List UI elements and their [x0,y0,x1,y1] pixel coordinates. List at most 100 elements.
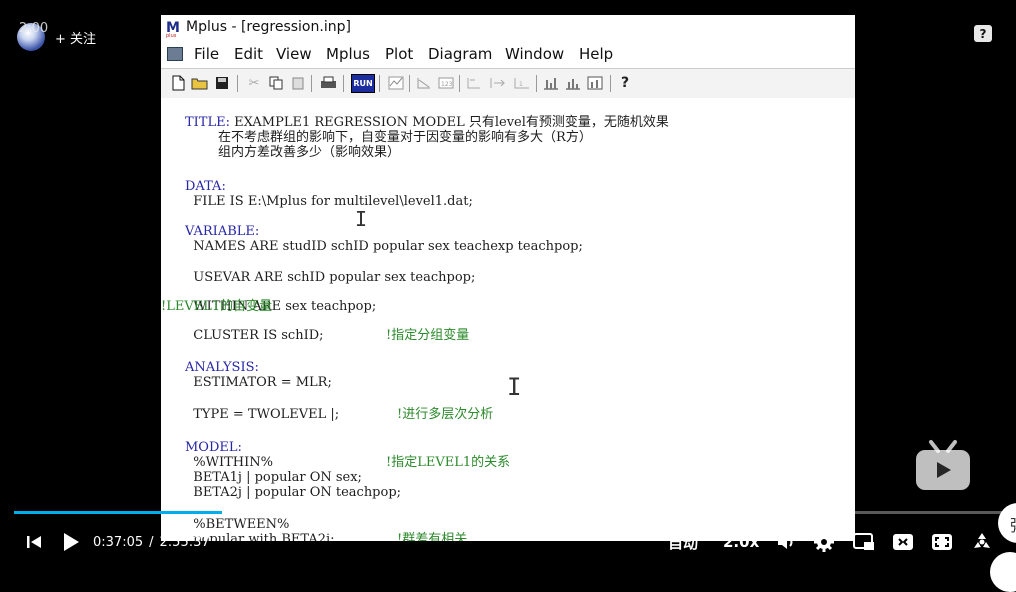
arrow-tool-icon[interactable] [465,74,483,92]
diagram-label-icon[interactable]: 123 [437,74,455,92]
new-file-icon[interactable] [169,74,187,92]
play-icon[interactable] [62,527,80,557]
widescreen-icon[interactable] [893,527,913,557]
menu-file[interactable]: File [194,45,219,63]
help-button[interactable]: ? [616,74,634,92]
paste-icon[interactable] [289,74,307,92]
code-line: CLUSTER IS schID; [185,328,324,343]
menu-help[interactable]: Help [579,45,613,63]
section-keyword: MODEL: [185,440,242,455]
time-separator: / [149,534,154,550]
previous-icon[interactable] [26,527,42,557]
section-keyword: TITLE: [185,115,230,130]
svg-text:123: 123 [441,81,453,88]
bar-chart-icon[interactable] [564,74,582,92]
code-line: BETA2j | popular ON teachpop; [185,485,401,500]
section-keyword: VARIABLE: [185,224,260,239]
code-line: 在不考虑群组的影响下，自变量对于因变量的影响有多大（R方） [185,130,592,145]
menu-bar: File Edit View Mplus Plot Diagram Window… [161,42,855,67]
total-time: 2:55:37 [159,534,210,550]
settings-gear-icon[interactable] [814,527,834,557]
code-line: TYPE = TWOLEVEL |; [185,407,339,422]
code-text: NAMES ARE studID schID popular sex teach… [185,239,583,254]
pip-icon[interactable] [853,527,875,557]
code-line: TITLE: EXAMPLE1 REGRESSION MODEL 只有level… [185,115,669,130]
menu-diagram[interactable]: Diagram [428,45,492,63]
video-stage[interactable]: M plus Mplus - [regression.inp] File Edi… [0,0,1016,592]
toolbar-separator [343,75,344,92]
run-button[interactable]: RUN [351,74,375,93]
mplus-titlebar: M plus Mplus - [regression.inp] [161,15,855,42]
follow-button[interactable]: + 关注 [55,28,96,47]
print-icon[interactable] [319,74,337,92]
bar-chart-alt-icon[interactable] [586,74,604,92]
bilibili-logo-icon[interactable] [913,438,973,493]
code-text: BETA2j | popular ON teachpop; [185,485,402,500]
progress-fill [14,511,223,514]
quality-button[interactable]: 自动 [668,527,698,557]
menu-window[interactable]: Window [505,45,564,63]
code-line: MODEL: [185,440,242,455]
web-fullscreen-icon[interactable] [932,527,952,557]
open-folder-icon[interactable] [191,74,209,92]
code-text: FILE IS E:\Mplus for multilevel\level1.d… [185,194,473,209]
code-text: CLUSTER IS schID; [185,328,324,343]
uploader-info: 2:00 + 关注 [17,21,96,52]
code-line: ESTIMATOR = MLR; [185,375,332,390]
code-line: ANALYSIS: [185,360,259,375]
code-comment: !指定分组变量 [386,328,470,343]
cut-icon[interactable]: ✂ [245,74,263,92]
toolbar-separator [459,75,460,92]
mplus-logo-icon: M plus [165,19,183,38]
histogram-icon[interactable] [542,74,560,92]
code-comment: !指定LEVEL1的关系 [386,455,511,470]
code-line: USEVAR ARE schID popular sex teachpop; [185,270,475,285]
svg-text:plus: plus [166,33,177,38]
progress-bar[interactable] [14,511,1002,514]
code-comment: !LEVEL1的自变量 [161,299,273,314]
section-keyword: ANALYSIS: [185,360,259,375]
diagram-icon[interactable] [415,74,433,92]
code-text: %WITHIN% [185,455,273,470]
code-line: %WITHIN% [185,455,273,470]
toolbar: ✂ RUN 123 1 ? [161,68,855,100]
plot-icon[interactable] [387,74,405,92]
speed-button[interactable]: 2.0x [723,527,759,557]
ghost-duration: 2:00 [19,21,49,36]
help-badge[interactable]: ? [974,25,992,42]
code-line: FILE IS E:\Mplus for multilevel\level1.d… [185,194,473,209]
code-text: USEVAR ARE schID popular sex teachpop; [185,270,476,285]
copy-icon[interactable] [267,74,285,92]
toolbar-separator [311,75,312,92]
arrow-label-icon[interactable]: 1 [513,74,531,92]
menu-plot[interactable]: Plot [385,45,413,63]
fullscreen-icon[interactable] [972,527,992,557]
toolbar-separator [536,75,537,92]
code-text: ESTIMATOR = MLR; [185,375,332,390]
save-icon[interactable] [213,74,231,92]
document-icon [167,47,183,61]
toolbar-separator [379,75,380,92]
code-editor[interactable]: TITLE: EXAMPLE1 REGRESSION MODEL 只有level… [161,98,855,541]
toolbar-separator [610,75,611,92]
code-line: 组内方差改善多少（影响效果） [185,145,400,160]
menu-mplus[interactable]: Mplus [326,45,370,63]
code-text: TYPE = TWOLEVEL |; [185,407,340,422]
menu-edit[interactable]: Edit [234,45,263,63]
code-line: DATA: [185,179,226,194]
code-line: VARIABLE: [185,224,259,239]
code-line: NAMES ARE studID schID popular sex teach… [185,239,583,254]
code-text: EXAMPLE1 REGRESSION MODEL 只有level有预测变量，无… [229,115,669,130]
current-time: 0:37:05 [93,534,144,550]
arrow-right-tool-icon[interactable] [489,74,507,92]
volume-icon[interactable] [776,527,796,557]
section-keyword: DATA: [185,179,226,194]
toolbar-separator [237,75,238,92]
text-cursor-icon: I [355,207,368,231]
time-display: 0:37:05 / 2:55:37 [93,527,210,557]
code-line: BETA1j | popular ON sex; [185,470,362,485]
bottom-circle-button[interactable] [990,552,1016,592]
avatar[interactable]: 2:00 [17,21,49,51]
menu-view[interactable]: View [276,45,312,63]
window-title: Mplus - [regression.inp] [186,19,351,35]
